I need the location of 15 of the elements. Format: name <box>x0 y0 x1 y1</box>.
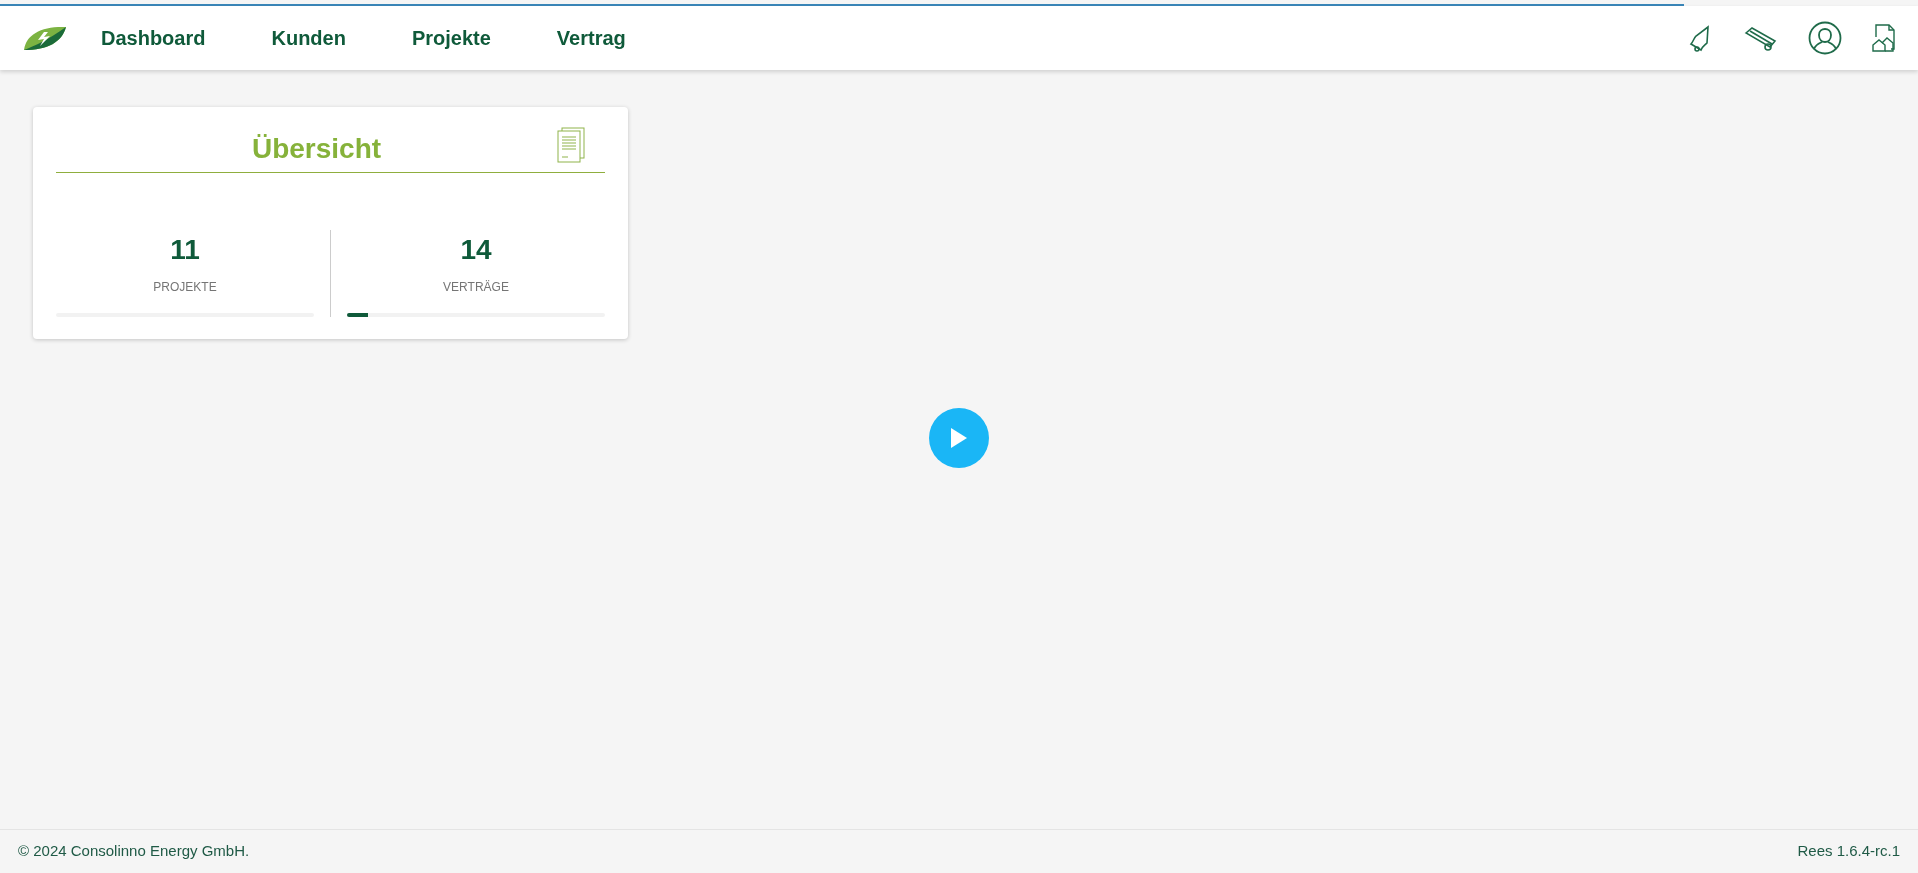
leaf-logo-icon[interactable] <box>22 24 68 52</box>
houses-document-icon[interactable] <box>1872 23 1896 53</box>
card-title: Übersicht <box>251 131 382 166</box>
nav-link[interactable]: Dashboard <box>101 23 206 53</box>
stat-label: VERTRÄGE <box>443 279 509 296</box>
user-avatar-icon[interactable] <box>1808 21 1842 55</box>
version-text: Rees 1.6.4-rc.1 <box>1797 841 1900 862</box>
copyright-text: © 2024 Consolinno Energy GmbH. <box>18 841 250 862</box>
stat-label: PROJEKTE <box>153 279 217 296</box>
nav-link[interactable]: Vertrag <box>556 23 626 53</box>
stat-value: 14 <box>460 236 492 264</box>
nav-link[interactable]: Projekte <box>411 23 491 53</box>
nav-link[interactable]: Kunden <box>271 23 346 53</box>
play-icon <box>950 427 968 449</box>
stat-value: 11 <box>170 236 200 264</box>
